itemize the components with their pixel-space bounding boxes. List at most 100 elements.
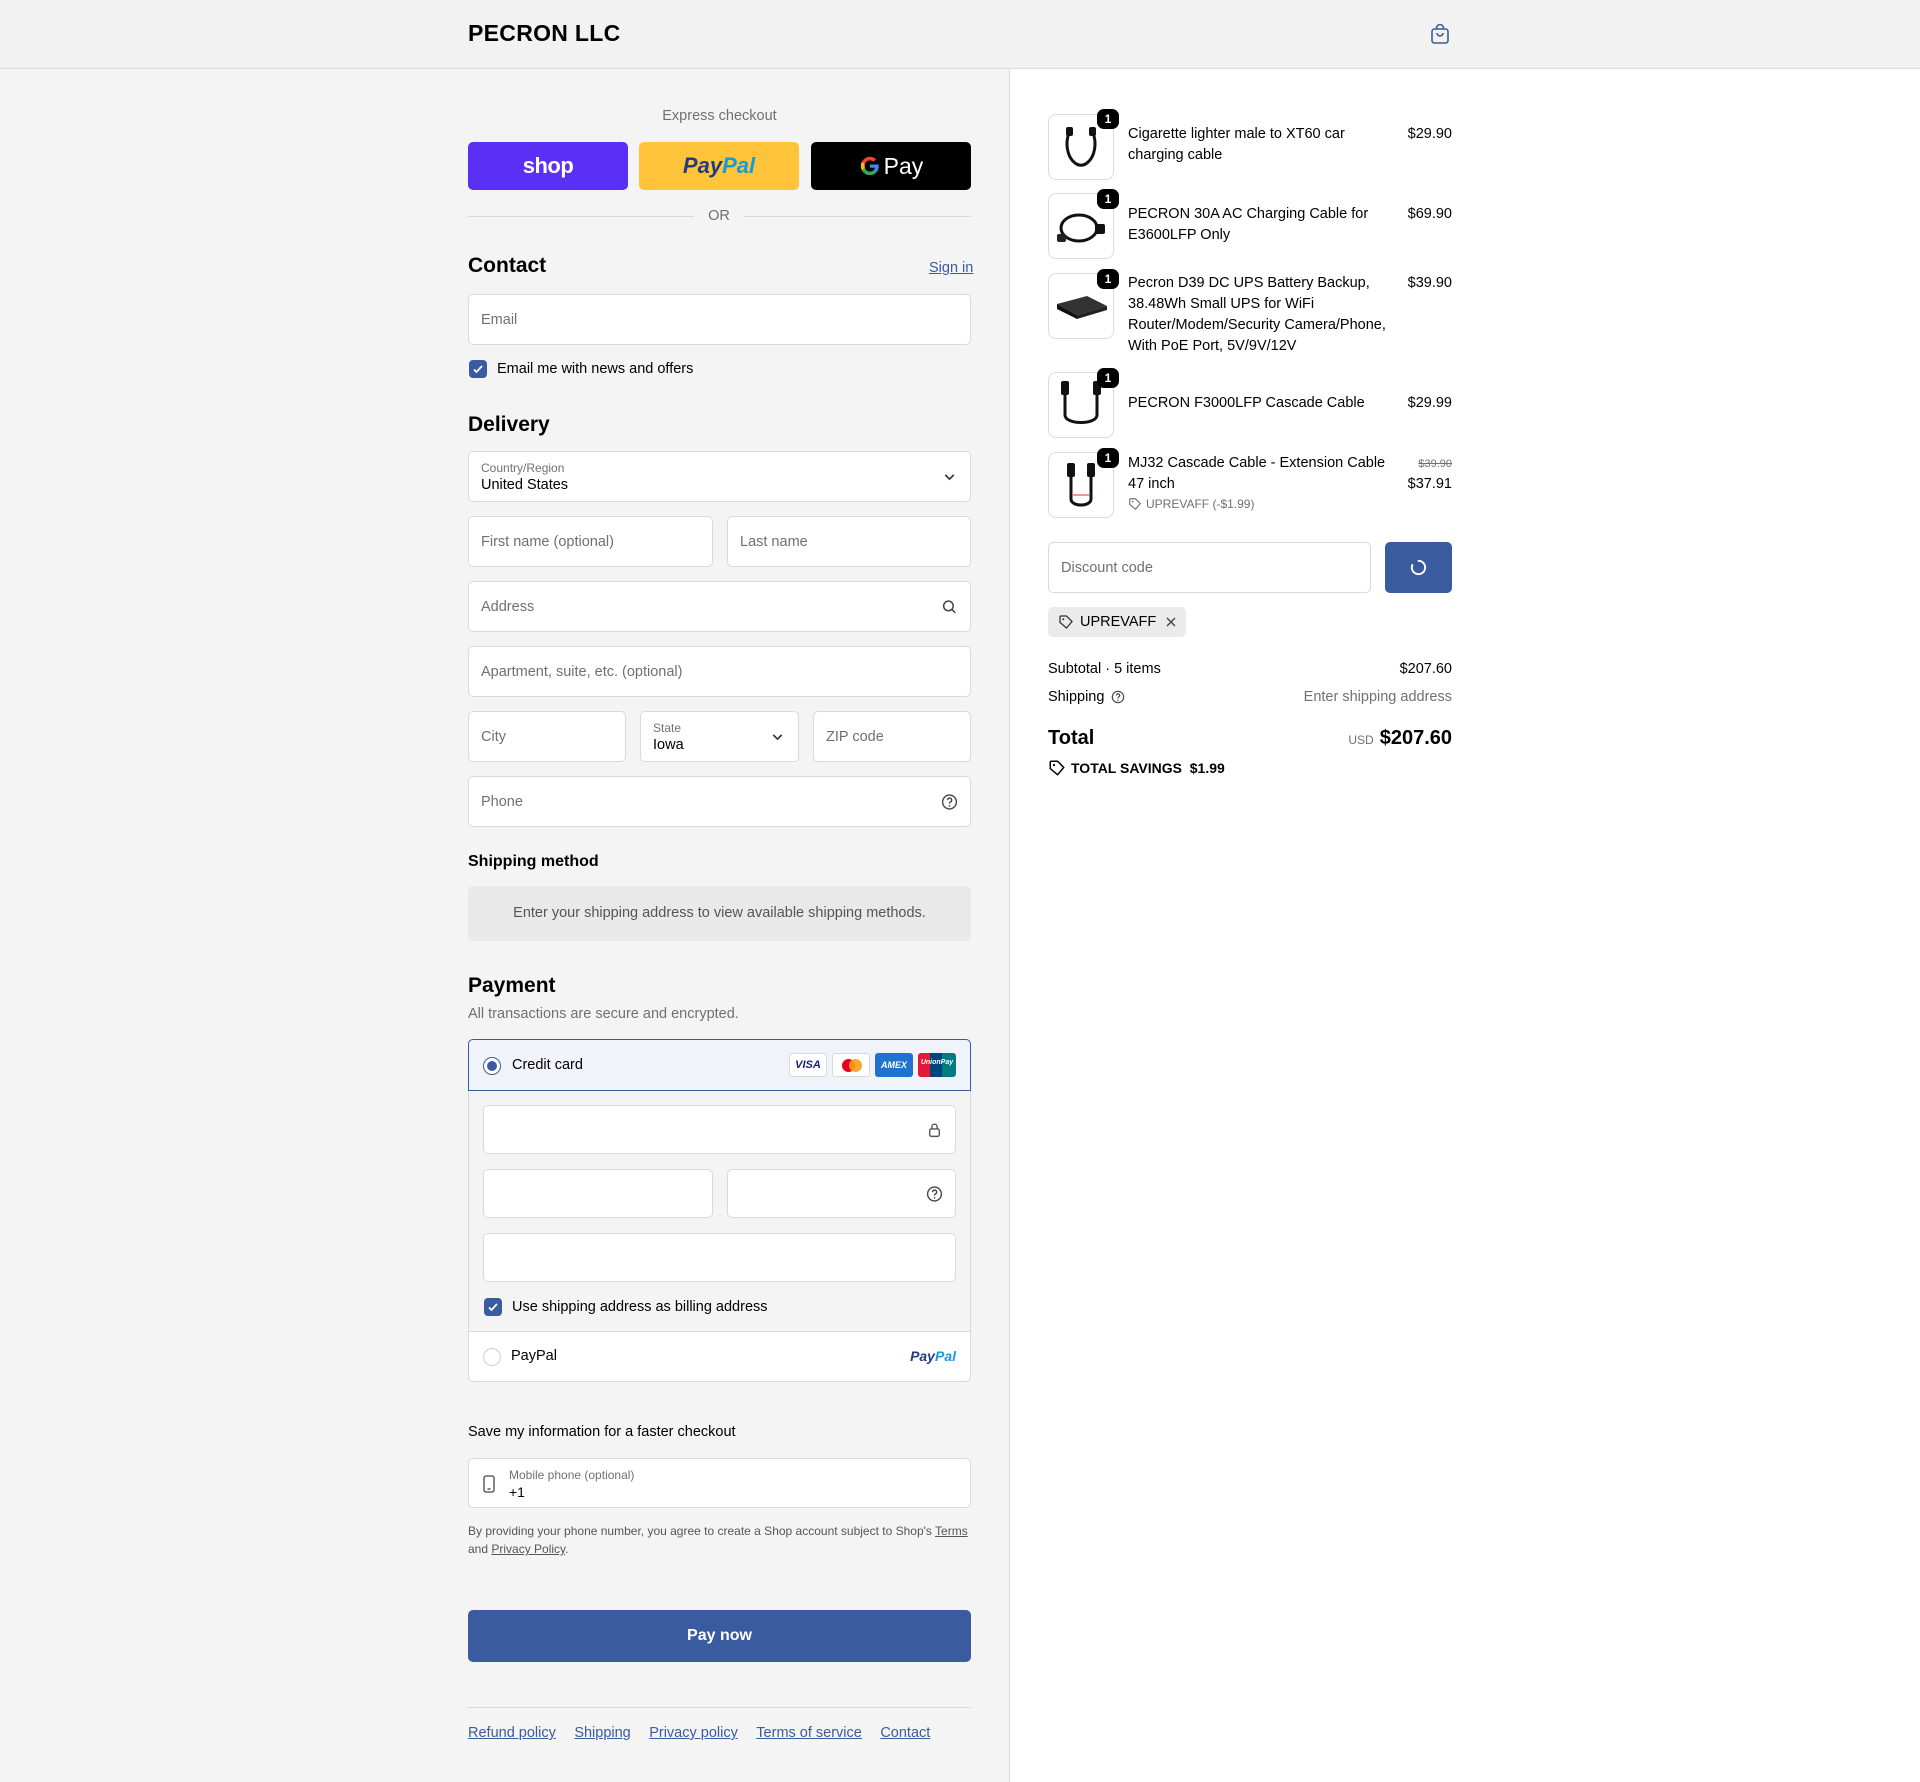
applied-discount-chip: UPREVAFF	[1048, 607, 1187, 637]
apply-discount-button[interactable]	[1385, 542, 1452, 593]
credit-card-radio[interactable]	[483, 1057, 501, 1075]
divider-right	[744, 216, 971, 217]
mobile-phone-icon	[483, 1475, 495, 1493]
shop-account-disclaimer: By providing your phone number, you agre…	[468, 1524, 968, 1556]
shopping-bag-icon[interactable]	[1428, 22, 1452, 46]
apartment-placeholder: Apartment, suite, etc. (optional)	[481, 663, 683, 680]
tag-icon	[1049, 760, 1065, 776]
google-pay-button[interactable]: Pay	[811, 142, 971, 190]
quantity-badge: 1	[1097, 109, 1119, 129]
store-name[interactable]: PECRON LLC	[468, 20, 621, 47]
card-name-field[interactable]	[483, 1233, 956, 1282]
terms-link[interactable]: Terms	[935, 1524, 968, 1538]
help-circle-icon[interactable]	[1111, 690, 1125, 704]
applied-discount-code: UPREVAFF	[1080, 614, 1157, 630]
mobile-phone-field[interactable]: Mobile phone (optional) +1	[468, 1458, 971, 1508]
city-field[interactable]: City	[468, 711, 626, 762]
chevron-down-icon	[944, 473, 955, 480]
footer-divider	[468, 1707, 971, 1708]
state-select[interactable]: State Iowa	[640, 711, 799, 762]
save-info-heading: Save my information for a faster checkou…	[468, 1424, 736, 1440]
total-label: Total	[1048, 727, 1095, 749]
subtotal-value: $207.60	[1399, 661, 1452, 677]
mastercard-icon	[832, 1053, 870, 1077]
help-circle-icon[interactable]	[926, 1185, 943, 1202]
item-discount: UPREVAFF (-$1.99)	[1128, 497, 1254, 511]
item-name: Pecron D39 DC UPS Battery Backup, 38.48W…	[1128, 275, 1386, 354]
email-field[interactable]: Email	[468, 294, 971, 345]
item-original-price: $39.90	[1418, 458, 1452, 470]
shipping-method-message: Enter your shipping address to view avai…	[513, 905, 926, 921]
item-price: $29.90	[1407, 126, 1452, 142]
phone-placeholder: Phone	[481, 793, 523, 810]
first-name-field[interactable]: First name (optional)	[468, 516, 713, 567]
zip-field[interactable]: ZIP code	[813, 711, 971, 762]
checkmark-icon	[473, 365, 483, 374]
lock-icon	[929, 1123, 940, 1137]
quantity-badge: 1	[1097, 269, 1119, 289]
discount-code-field[interactable]: Discount code	[1048, 542, 1371, 593]
paypal-radio[interactable]	[483, 1348, 501, 1366]
phone-field[interactable]: Phone	[468, 776, 971, 827]
delivery-heading: Delivery	[468, 413, 550, 436]
shipping-value: Enter shipping address	[1303, 689, 1452, 705]
item-price: $37.91	[1407, 476, 1452, 492]
last-name-placeholder: Last name	[740, 533, 808, 550]
total-amount: USD $207.60	[1348, 727, 1452, 750]
last-name-field[interactable]: Last name	[727, 516, 971, 567]
apartment-field[interactable]: Apartment, suite, etc. (optional)	[468, 646, 971, 697]
paypal-option[interactable]: PayPal PayPal	[469, 1331, 970, 1381]
or-separator: OR	[708, 208, 730, 224]
billing-address-checkbox[interactable]	[484, 1298, 502, 1316]
newsletter-label: Email me with news and offers	[497, 361, 694, 377]
subtotal-label: Subtotal · 5 items	[1048, 661, 1161, 677]
shipping-method-heading: Shipping method	[468, 853, 599, 870]
search-icon[interactable]	[941, 598, 958, 615]
country-select[interactable]: Country/Region United States	[468, 451, 971, 502]
credit-card-label: Credit card	[512, 1057, 583, 1073]
privacy-policy-footer-link[interactable]: Privacy policy	[649, 1725, 738, 1741]
express-checkout-title: Express checkout	[662, 108, 777, 124]
help-circle-icon[interactable]	[941, 793, 958, 810]
newsletter-checkbox[interactable]	[469, 360, 487, 378]
shipping-method-notice: Enter your shipping address to view avai…	[468, 886, 971, 941]
privacy-policy-link[interactable]: Privacy Policy	[491, 1542, 565, 1556]
paypal-small-logo: PayPal	[910, 1348, 956, 1364]
loading-spinner-icon	[1410, 559, 1427, 576]
card-number-field[interactable]	[483, 1105, 956, 1154]
state-label: State	[653, 721, 682, 735]
terms-of-service-link[interactable]: Terms of service	[756, 1725, 862, 1741]
close-icon[interactable]	[1165, 616, 1177, 628]
country-label: Country/Region	[481, 461, 565, 475]
shipping-policy-link[interactable]: Shipping	[574, 1725, 630, 1741]
item-price: $29.99	[1407, 395, 1452, 411]
sign-in-link[interactable]: Sign in	[929, 260, 973, 276]
checkmark-icon	[488, 1303, 498, 1312]
divider-left	[468, 216, 694, 217]
address-field[interactable]: Address	[468, 581, 971, 632]
refund-policy-link[interactable]: Refund policy	[468, 1725, 556, 1741]
mobile-phone-value: +1	[509, 1484, 525, 1500]
city-placeholder: City	[481, 728, 506, 745]
shop-pay-button[interactable]: shop	[468, 142, 628, 190]
credit-card-option[interactable]: Credit card VISA AMEX UnionPay	[468, 1039, 971, 1091]
amex-icon: AMEX	[875, 1053, 913, 1077]
unionpay-icon: UnionPay	[918, 1053, 956, 1077]
item-name: PECRON 30A AC Charging Cable for E3600LF…	[1128, 206, 1369, 243]
pay-now-button[interactable]: Pay now	[468, 1610, 971, 1662]
tag-icon	[1129, 498, 1142, 511]
payment-heading: Payment	[468, 974, 556, 997]
item-name: Cigarette lighter male to XT60 car charg…	[1128, 126, 1345, 163]
first-name-placeholder: First name (optional)	[481, 533, 614, 550]
footer-links: Refund policy Shipping Privacy policy Te…	[468, 1724, 944, 1742]
paypal-button[interactable]: PayPal	[639, 142, 799, 190]
quantity-badge: 1	[1097, 368, 1119, 388]
contact-link[interactable]: Contact	[880, 1725, 930, 1741]
card-expiry-field[interactable]	[483, 1169, 713, 1218]
header: PECRON LLC	[0, 0, 1920, 69]
google-pay-label: Pay	[883, 152, 924, 179]
card-security-code-field[interactable]	[727, 1169, 956, 1218]
payment-subtitle: All transactions are secure and encrypte…	[468, 1006, 739, 1022]
visa-icon: VISA	[789, 1053, 827, 1077]
currency-code: USD	[1348, 733, 1374, 747]
